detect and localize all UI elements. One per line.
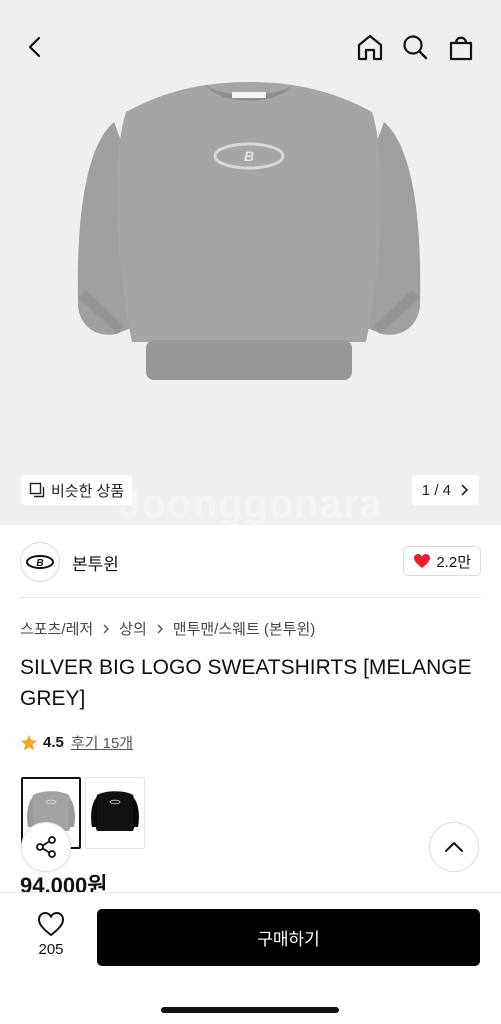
chevron-left-icon [28,36,41,58]
similar-products-button[interactable]: 비슷한 상품 [21,475,133,505]
copy-icon [29,482,45,498]
similar-products-label: 비슷한 상품 [51,482,125,500]
page-indicator: 1 / 4 [421,481,451,499]
product-price: 94,000원 [20,873,108,892]
brand-row[interactable]: B 본투윈 2.2만 [20,540,481,584]
chevron-up-icon [445,842,463,852]
home-button[interactable] [352,29,388,65]
cart-button[interactable] [443,29,479,65]
image-page-counter[interactable]: 1 / 4 [411,475,479,505]
search-button[interactable] [397,29,433,65]
home-icon [357,34,383,61]
rating-summary[interactable]: 4.5 후기 15개 [20,732,133,753]
wishlist-button[interactable]: 205 [26,911,76,958]
heart-filled-icon [414,554,431,568]
top-navigation [0,0,501,90]
breadcrumb: 스포츠/레저 상의 맨투맨/스웨트 (본투윈) [20,618,315,639]
shopping-bag-icon [449,36,473,61]
breadcrumb-item[interactable]: 맨투맨/스웨트 (본투윈) [173,618,316,639]
share-icon [36,836,56,858]
brand-logo[interactable]: B [20,542,60,582]
bottom-action-bar: 205 구매하기 [0,892,501,1024]
brand-logo-icon: B [26,555,54,569]
chevron-right-icon [103,624,110,633]
buy-button[interactable]: 구매하기 [97,909,480,966]
divider [20,597,481,598]
product-image: B [77,82,421,380]
wishlist-count: 205 [38,941,64,958]
brand-like-button[interactable]: 2.2만 [403,546,481,576]
star-icon [20,734,38,750]
breadcrumb-item[interactable]: 스포츠/레저 [20,618,93,639]
svg-text:B: B [244,148,254,164]
home-indicator [161,1007,339,1013]
black-sweatshirt-thumbnail [91,791,139,831]
chevron-right-icon [461,484,469,496]
chevron-right-icon [157,624,163,633]
review-count-link[interactable]: 후기 15개 [71,732,133,753]
svg-text:B: B [36,558,43,569]
scroll-to-top-button[interactable] [429,822,479,872]
brand-name[interactable]: 본투윈 [72,550,119,575]
heart-outline-icon [37,911,65,937]
back-button[interactable] [18,29,54,65]
product-title: SILVER BIG LOGO SWEATSHIRTS [MELANGE GRE… [20,656,472,710]
product-gallery[interactable]: B Joonggonara 비슷한 상품 1 / 4 [0,0,501,526]
search-icon [403,35,428,60]
breadcrumb-item[interactable]: 상의 [119,618,147,639]
rating-score: 4.5 [43,734,64,751]
brand-like-count: 2.2만 [436,553,471,571]
share-button[interactable] [21,822,71,872]
color-option-black[interactable] [85,777,145,849]
